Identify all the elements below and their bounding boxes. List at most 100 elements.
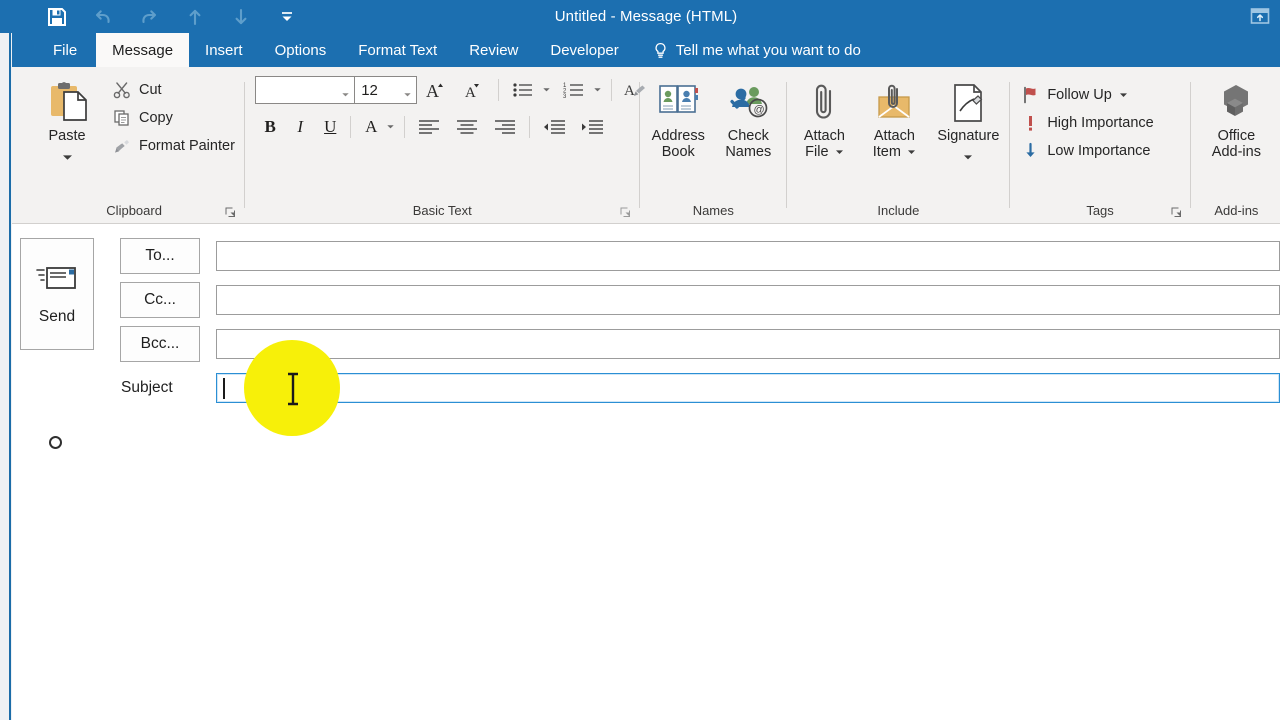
numbering-dropdown[interactable] bbox=[593, 81, 602, 99]
chevron-down-icon[interactable] bbox=[403, 86, 412, 96]
ribbon-group-clipboard: Paste Cut Copy Format Painter Clipboard bbox=[26, 67, 242, 223]
copy-button[interactable]: Copy bbox=[110, 104, 241, 132]
attach-file-label: Attach File bbox=[803, 128, 845, 160]
chevron-down-icon[interactable] bbox=[1119, 87, 1128, 103]
save-button[interactable] bbox=[34, 2, 80, 32]
tab-insert[interactable]: Insert bbox=[189, 33, 259, 67]
exclamation-icon bbox=[1020, 113, 1040, 133]
ribbon-group-names: Address Book @ Check Names Names bbox=[642, 67, 784, 223]
field-row-subject: Subject bbox=[12, 370, 1280, 406]
attach-file-button[interactable]: Attach File bbox=[789, 73, 859, 160]
signature-label: Signature bbox=[937, 128, 1000, 144]
subject-label: Subject bbox=[121, 379, 173, 396]
tell-me-search[interactable]: Tell me what you want to do bbox=[635, 33, 861, 67]
chevron-down-icon[interactable] bbox=[62, 148, 73, 166]
lightbulb-icon bbox=[653, 42, 668, 59]
previous-item-button[interactable] bbox=[172, 2, 218, 32]
svg-text:@: @ bbox=[754, 104, 765, 116]
image-selection-handle[interactable] bbox=[49, 436, 62, 449]
low-importance-button[interactable]: Low Importance bbox=[1018, 137, 1159, 165]
paste-button[interactable]: Paste bbox=[32, 73, 102, 166]
bullets-button[interactable] bbox=[504, 76, 542, 104]
align-center-button[interactable] bbox=[448, 113, 486, 141]
chevron-down-icon[interactable] bbox=[835, 144, 844, 160]
tab-review[interactable]: Review bbox=[453, 33, 534, 67]
cc-button[interactable]: Cc... bbox=[120, 282, 200, 318]
message-header: Send To... Cc... Bcc... Subject bbox=[12, 224, 1280, 410]
to-input[interactable] bbox=[216, 241, 1280, 271]
flag-icon bbox=[1020, 85, 1040, 105]
chevron-down-icon[interactable] bbox=[963, 148, 973, 166]
cc-input[interactable] bbox=[216, 285, 1280, 315]
grow-font-button[interactable]: A bbox=[417, 76, 455, 104]
svg-text:A: A bbox=[426, 81, 439, 101]
tags-dialog-launcher[interactable] bbox=[1170, 206, 1182, 218]
attach-item-button[interactable]: Attach Item bbox=[859, 73, 929, 160]
divider bbox=[1189, 82, 1191, 208]
italic-button[interactable]: I bbox=[285, 113, 315, 141]
address-book-button[interactable]: Address Book bbox=[643, 73, 713, 160]
bullets-dropdown[interactable] bbox=[542, 81, 551, 99]
tell-me-label: Tell me what you want to do bbox=[675, 41, 861, 59]
clipboard-commands: Cut Copy Format Painter bbox=[110, 73, 241, 160]
group-label-basic-text: Basic Text bbox=[247, 199, 637, 223]
copy-label: Copy bbox=[139, 110, 173, 126]
chevron-down-icon[interactable] bbox=[907, 144, 916, 160]
undo-button[interactable] bbox=[80, 2, 126, 32]
align-left-button[interactable] bbox=[410, 113, 448, 141]
tab-message[interactable]: Message bbox=[96, 33, 190, 67]
font-color-button[interactable]: A bbox=[356, 113, 386, 141]
field-row-to: To... bbox=[12, 238, 1280, 274]
cut-button[interactable]: Cut bbox=[110, 76, 241, 104]
signature-button[interactable]: Signature bbox=[929, 73, 1007, 166]
font-size-value: 12 bbox=[361, 81, 378, 99]
align-right-button[interactable] bbox=[486, 113, 524, 141]
follow-up-label: Follow Up bbox=[1047, 87, 1112, 103]
tags-commands: Follow Up High Importance Low Importance bbox=[1018, 73, 1159, 165]
bcc-input[interactable] bbox=[216, 329, 1280, 359]
address-book-icon bbox=[656, 77, 700, 129]
scissors-icon bbox=[112, 80, 132, 100]
decrease-indent-button[interactable] bbox=[535, 113, 573, 141]
format-painter-icon bbox=[112, 136, 132, 156]
numbering-button[interactable]: 123 bbox=[555, 76, 593, 104]
tab-file[interactable]: File bbox=[34, 33, 96, 67]
redo-button[interactable] bbox=[126, 2, 172, 32]
ribbon-group-include: Attach File Attach Item Signature Includ… bbox=[789, 67, 1007, 223]
basic-text-row-2: B I U A bbox=[255, 112, 611, 142]
field-row-cc: Cc... bbox=[12, 282, 1280, 318]
check-names-button[interactable]: @ Check Names bbox=[713, 73, 783, 160]
clipboard-dialog-launcher[interactable] bbox=[224, 206, 236, 218]
arrow-down-blue-icon bbox=[1020, 141, 1040, 161]
tab-options[interactable]: Options bbox=[259, 33, 343, 67]
to-button[interactable]: To... bbox=[120, 238, 200, 274]
basic-text-dialog-launcher[interactable] bbox=[619, 206, 631, 218]
increase-indent-button[interactable] bbox=[573, 113, 611, 141]
format-painter-button[interactable]: Format Painter bbox=[110, 132, 241, 160]
tab-developer[interactable]: Developer bbox=[534, 33, 634, 67]
next-item-button[interactable] bbox=[218, 2, 264, 32]
subject-input[interactable] bbox=[216, 373, 1280, 403]
bcc-button[interactable]: Bcc... bbox=[120, 326, 200, 362]
office-addins-label: Office Add-ins bbox=[1211, 128, 1261, 160]
office-addins-button[interactable]: Office Add-ins bbox=[1193, 73, 1279, 160]
copy-icon bbox=[112, 108, 132, 128]
high-importance-button[interactable]: High Importance bbox=[1018, 109, 1159, 137]
group-label-tags: Tags bbox=[1012, 199, 1187, 223]
bold-button[interactable]: B bbox=[255, 113, 285, 141]
ribbon: Paste Cut Copy Format Painter Clipboard … bbox=[12, 67, 1280, 224]
font-size-combo[interactable]: 12 bbox=[355, 76, 418, 104]
font-name-combo[interactable] bbox=[255, 76, 356, 104]
group-label-addins: Add-ins bbox=[1214, 202, 1259, 218]
font-color-dropdown[interactable] bbox=[386, 118, 395, 136]
chevron-down-icon[interactable] bbox=[341, 86, 350, 96]
ribbon-group-tags: Follow Up High Importance Low Importance… bbox=[1012, 67, 1187, 223]
underline-button[interactable]: U bbox=[315, 113, 345, 141]
follow-up-button[interactable]: Follow Up bbox=[1018, 81, 1159, 109]
divider bbox=[244, 82, 246, 208]
ribbon-display-options-icon[interactable] bbox=[1246, 3, 1274, 29]
ribbon-group-addins: Office Add-ins Add-ins bbox=[1193, 67, 1280, 223]
shrink-font-button[interactable]: A bbox=[455, 76, 493, 104]
tab-format-text[interactable]: Format Text bbox=[342, 33, 453, 67]
customize-quick-access-toolbar-button[interactable] bbox=[264, 2, 310, 32]
